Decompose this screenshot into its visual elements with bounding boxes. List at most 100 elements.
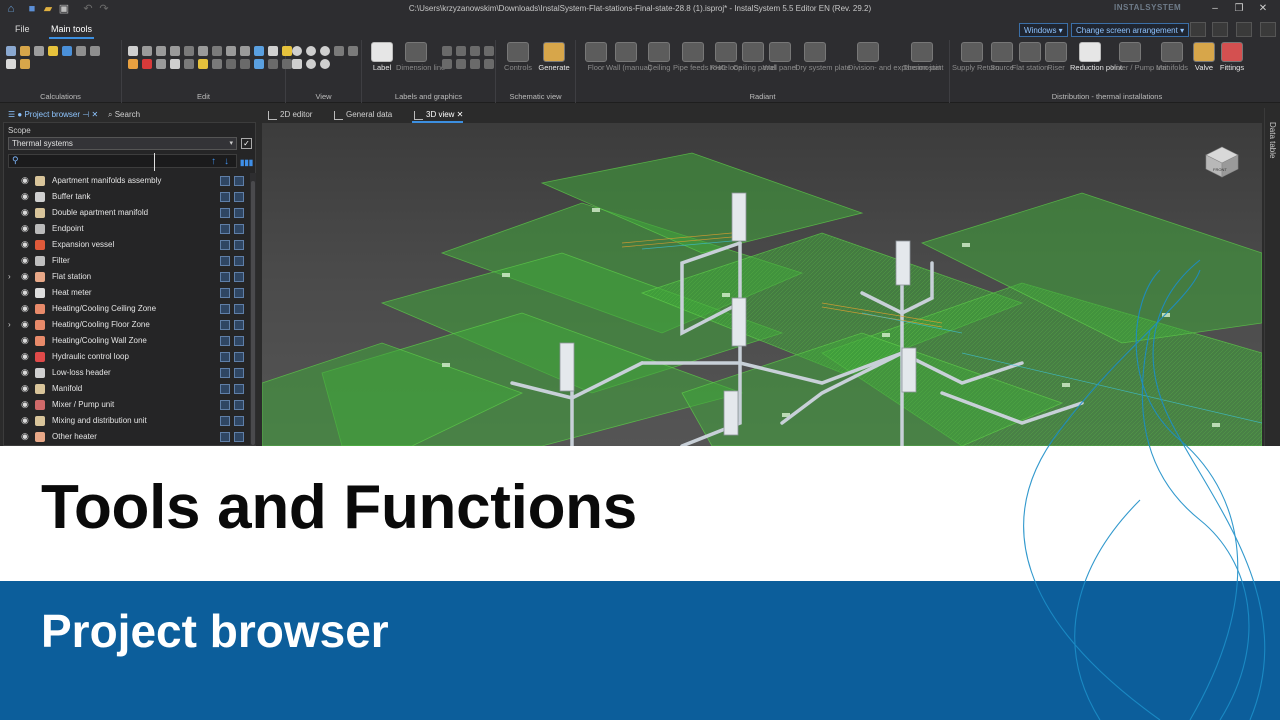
list-item[interactable]: ◉ Hydraulic control loop xyxy=(4,349,250,365)
wall-panel-tool[interactable]: Wall panel xyxy=(760,42,800,72)
screen-arrangement-dropdown[interactable]: Change screen arrangement ▾ xyxy=(1071,23,1190,37)
item-properties-icon[interactable] xyxy=(234,400,244,410)
graphics-icon[interactable] xyxy=(470,59,480,69)
calc-icon[interactable] xyxy=(20,59,30,69)
select-item-icon[interactable] xyxy=(220,416,230,426)
eye-icon[interactable]: ◉ xyxy=(21,175,29,186)
edit-icon[interactable] xyxy=(240,46,250,56)
save-icon[interactable]: ■ xyxy=(26,3,38,15)
settings-icon[interactable] xyxy=(1260,22,1276,37)
select-item-icon[interactable] xyxy=(220,384,230,394)
item-properties-icon[interactable] xyxy=(234,304,244,314)
controls-tool[interactable]: Controls xyxy=(498,42,538,72)
edit-icon[interactable] xyxy=(198,59,208,69)
calc-icon[interactable] xyxy=(6,46,16,56)
calc-icon[interactable] xyxy=(48,46,58,56)
edit-icon[interactable] xyxy=(226,46,236,56)
generate-tool[interactable]: Generate xyxy=(534,42,574,72)
item-properties-icon[interactable] xyxy=(234,384,244,394)
edit-icon[interactable] xyxy=(184,59,194,69)
edit-icon[interactable] xyxy=(156,46,166,56)
list-item[interactable]: ◉ Heating/Cooling Ceiling Zone xyxy=(4,301,250,317)
item-properties-icon[interactable] xyxy=(234,336,244,346)
fittings-tool[interactable]: Fittings xyxy=(1212,42,1252,72)
menu-main-tools[interactable]: Main tools xyxy=(48,24,95,39)
tab-2d-editor[interactable]: 2D editor xyxy=(266,110,312,123)
zoom-all-icon[interactable] xyxy=(320,59,330,69)
select-item-icon[interactable] xyxy=(220,240,230,250)
item-properties-icon[interactable] xyxy=(234,416,244,426)
select-item-icon[interactable] xyxy=(220,304,230,314)
list-item[interactable]: ◉ Heating/Cooling Wall Zone xyxy=(4,333,250,349)
edit-icon[interactable] xyxy=(240,59,250,69)
view-icon[interactable] xyxy=(292,59,302,69)
monitor-icon[interactable] xyxy=(1190,22,1206,37)
list-item[interactable]: ◉ Endpoint xyxy=(4,221,250,237)
eye-icon[interactable]: ◉ xyxy=(21,431,29,442)
select-item-icon[interactable] xyxy=(220,432,230,442)
sort-descending-icon[interactable]: ↓ xyxy=(224,156,229,167)
select-item-icon[interactable] xyxy=(220,224,230,234)
list-item[interactable]: ◉ Filter xyxy=(4,253,250,269)
dimension-line-tool[interactable]: Dimension line xyxy=(396,42,445,72)
menu-file[interactable]: File xyxy=(15,24,30,34)
expand-chevron-icon[interactable]: › xyxy=(8,320,11,329)
eye-icon[interactable]: ◉ xyxy=(21,399,29,410)
list-item[interactable]: ◉ Mixer / Pump unit xyxy=(4,397,250,413)
select-item-icon[interactable] xyxy=(220,352,230,362)
search-input[interactable] xyxy=(25,156,155,166)
graphics-icon[interactable] xyxy=(456,59,466,69)
eye-icon[interactable]: ◉ xyxy=(21,255,29,266)
eye-icon[interactable]: ◉ xyxy=(21,335,29,346)
tab-project-browser[interactable]: ☰ ● Project browser ⊣ ✕ xyxy=(8,110,98,119)
calc-icon[interactable] xyxy=(6,59,16,69)
graphics-icon[interactable] xyxy=(470,46,480,56)
eye-icon[interactable]: ◉ xyxy=(21,239,29,250)
calc-icon[interactable] xyxy=(90,46,100,56)
eye-icon[interactable]: ◉ xyxy=(21,383,29,394)
eye-icon[interactable]: ◉ xyxy=(21,415,29,426)
graphics-icon[interactable] xyxy=(456,46,466,56)
select-item-icon[interactable] xyxy=(220,368,230,378)
eye-icon[interactable]: ◉ xyxy=(21,287,29,298)
calc-icon[interactable] xyxy=(20,46,30,56)
select-item-icon[interactable] xyxy=(220,288,230,298)
edit-icon[interactable] xyxy=(156,59,166,69)
item-properties-icon[interactable] xyxy=(234,224,244,234)
edit-icon[interactable] xyxy=(268,59,278,69)
item-properties-icon[interactable] xyxy=(234,368,244,378)
redo-icon[interactable]: ↷ xyxy=(98,3,110,15)
zoom-in-icon[interactable] xyxy=(306,46,316,56)
account-icon[interactable] xyxy=(1236,22,1252,37)
list-item[interactable]: ◉ Expansion vessel xyxy=(4,237,250,253)
eye-icon[interactable]: ◉ xyxy=(21,351,29,362)
edit-icon[interactable] xyxy=(128,46,138,56)
tab-general-data[interactable]: General data xyxy=(332,110,392,123)
item-properties-icon[interactable] xyxy=(234,192,244,202)
graphics-icon[interactable] xyxy=(484,46,494,56)
list-item[interactable]: › ◉ Flat station xyxy=(4,269,250,285)
edit-icon[interactable] xyxy=(170,46,180,56)
undo-icon[interactable]: ↶ xyxy=(82,3,94,15)
delete-icon[interactable] xyxy=(142,59,152,69)
thermostat-tool[interactable]: Thermostat xyxy=(902,42,942,72)
zoom-out-icon[interactable] xyxy=(320,46,330,56)
edit-icon[interactable] xyxy=(128,59,138,69)
edit-icon[interactable] xyxy=(268,46,278,56)
calc-icon[interactable] xyxy=(76,46,86,56)
graphics-icon[interactable] xyxy=(442,59,452,69)
close-icon[interactable]: ✕ xyxy=(1256,3,1270,15)
list-item[interactable]: ◉ Apartment manifolds assembly xyxy=(4,173,250,189)
options-icon[interactable]: ▮▮▮ xyxy=(240,158,253,167)
edit-icon[interactable] xyxy=(254,59,264,69)
eye-icon[interactable]: ◉ xyxy=(21,207,29,218)
item-properties-icon[interactable] xyxy=(234,272,244,282)
edit-icon[interactable] xyxy=(212,59,222,69)
eye-icon[interactable]: ◉ xyxy=(21,303,29,314)
item-properties-icon[interactable] xyxy=(234,320,244,330)
eye-icon[interactable]: ◉ xyxy=(21,319,29,330)
edit-icon[interactable] xyxy=(142,46,152,56)
item-properties-icon[interactable] xyxy=(234,432,244,442)
division-expansion-joint-tool[interactable]: Division- and expansion joint xyxy=(848,42,943,72)
view-icon[interactable] xyxy=(348,46,358,56)
